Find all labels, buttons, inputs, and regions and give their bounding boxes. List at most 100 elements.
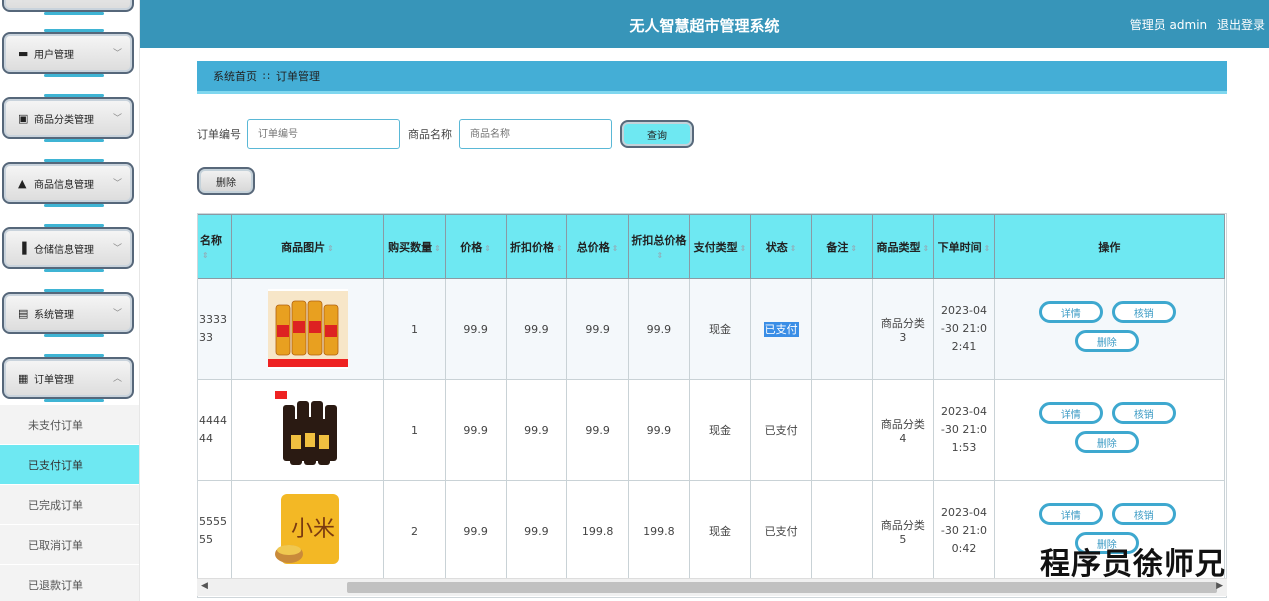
column-header-label: 商品类型 — [876, 240, 921, 254]
cell-discount-text: 99.9 — [524, 524, 549, 538]
delete-button[interactable]: 删除 — [1074, 431, 1139, 453]
sidebar-item-0[interactable]: ▬ 用户管理 ﹀ — [2, 29, 134, 77]
column-header-label: 商品图片 — [281, 240, 326, 254]
submenu-item-3[interactable]: 已取消订单 — [0, 525, 139, 565]
detail-button[interactable]: 详情 — [1038, 402, 1103, 424]
cell-note — [810, 278, 873, 380]
cell-pay-text: 现金 — [709, 323, 732, 336]
cell-discount_total-text: 99.9 — [646, 423, 672, 437]
delete-button[interactable]: 删除 — [1074, 330, 1139, 352]
sort-icon[interactable]: ⇕ — [850, 244, 857, 253]
product-name-input[interactable] — [459, 119, 612, 149]
column-header-12[interactable]: 操作 — [993, 214, 1226, 279]
cell-name-text: 5555 55 — [199, 515, 227, 546]
column-header-label: 备注 — [826, 240, 849, 254]
column-header-label: 状态 — [765, 240, 788, 254]
cell-discount: 99.9 — [505, 278, 568, 380]
sort-icon[interactable]: ⇕ — [556, 244, 563, 253]
scroll-left-arrow-icon[interactable]: ◀ — [201, 581, 208, 591]
grid-icon: ▦ — [18, 371, 29, 385]
sidebar-item-1[interactable]: ▣ 商品分类管理 ﹀ — [2, 94, 134, 142]
column-header-label: 折扣价格 — [510, 240, 554, 254]
cell-name: 4444 44 — [198, 379, 232, 481]
breadcrumb-current: 订单管理 — [276, 70, 320, 83]
verify-button[interactable]: 核销 — [1111, 301, 1176, 323]
sort-icon[interactable]: ⇕ — [790, 244, 797, 253]
sidebar-item-2[interactable]: ▲ 商品信息管理 ﹀ — [2, 159, 134, 207]
batch-delete-button[interactable]: 删除 — [197, 167, 255, 195]
sort-icon[interactable]: ⇕ — [202, 251, 209, 260]
column-header-1[interactable]: 商品图片 ⇕ — [230, 214, 385, 279]
query-button[interactable]: 查询 — [620, 120, 694, 148]
sidebar-item-4[interactable]: ▤ 系统管理 ﹀ — [2, 289, 134, 337]
cell-price-text: 99.9 — [463, 423, 488, 437]
column-header-10[interactable]: 商品类型 ⇕ — [871, 214, 935, 279]
user-area: 管理员 admin 退出登录 — [1130, 16, 1265, 33]
column-header-9[interactable]: 备注 ⇕ — [810, 214, 873, 279]
submenu-item-1[interactable]: 已支付订单 — [0, 445, 139, 485]
column-header-label: 价格 — [460, 240, 483, 254]
product-image: 小米 — [230, 480, 385, 582]
verify-button[interactable]: 核销 — [1111, 503, 1176, 525]
sort-icon[interactable]: ⇕ — [434, 244, 441, 253]
cell-total-text: 99.9 — [585, 423, 610, 437]
breadcrumb: 系统首页 ∷ 订单管理 — [197, 61, 1227, 94]
cell-price: 99.9 — [444, 480, 507, 582]
admin-label: 管理员 admin — [1129, 18, 1208, 32]
cell-name-text: 3333 33 — [199, 313, 227, 344]
verify-button[interactable]: 核销 — [1111, 402, 1176, 424]
library-icon: ▐ — [18, 241, 27, 255]
column-header-7[interactable]: 支付类型 ⇕ — [688, 214, 752, 279]
sort-icon[interactable]: ⇕ — [612, 244, 619, 253]
chevron-down-icon: ﹀ — [112, 179, 122, 189]
column-header-label: 名称 — [200, 234, 222, 247]
column-header-4[interactable]: 折扣价格 ⇕ — [505, 214, 568, 279]
column-header-label: 操作 — [1098, 240, 1121, 254]
order-number-input[interactable] — [247, 119, 400, 149]
sort-icon[interactable]: ⇕ — [484, 244, 491, 253]
cell-qty-text: 1 — [411, 423, 418, 437]
column-header-label: 下单时间 — [937, 240, 982, 254]
logout-link[interactable]: 退出登录 — [1217, 18, 1265, 32]
sort-icon[interactable]: ⇕ — [922, 244, 929, 253]
sidebar-item-label: 系统管理 — [34, 309, 74, 321]
column-header-2[interactable]: 购买数量 ⇕ — [383, 214, 446, 279]
sidebar-item-top[interactable] — [2, 0, 134, 15]
table-header-row: 名称⇕ 商品图片 ⇕ 购买数量 ⇕ 价格 ⇕ 折扣价格 ⇕ 总价格 ⇕ 折扣总价格⇕ 支付类型 ⇕ 状态 ⇕ 备… — [198, 214, 1226, 279]
column-header-5[interactable]: 总价格 ⇕ — [566, 214, 629, 279]
cell-discount: 99.9 — [505, 480, 568, 582]
sort-icon[interactable]: ⇕ — [984, 244, 991, 253]
submenu-item-4[interactable]: 已退款订单 — [0, 565, 139, 601]
sort-icon[interactable]: ⇕ — [657, 251, 664, 260]
cell-price: 99.9 — [444, 379, 507, 481]
submenu-item-0[interactable]: 未支付订单 — [0, 405, 139, 445]
column-header-6[interactable]: 折扣总价格 ⇕ — [627, 214, 690, 279]
column-header-3[interactable]: 价格 ⇕ — [444, 214, 507, 279]
scrollbar-thumb[interactable] — [347, 582, 1217, 593]
cell-total: 99.9 — [566, 379, 629, 481]
breadcrumb-home[interactable]: 系统首页 — [213, 68, 257, 84]
sidebar-item-5[interactable]: ▦ 订单管理 ︿ — [2, 354, 134, 402]
table-row: 3333 33 1 99.9 99.9 99.9 99.9 现金 已支付 商品分类3 2023-0… — [198, 278, 1226, 380]
cell-price: 99.9 — [444, 278, 507, 380]
order-number-label: 订单编号 — [197, 128, 241, 141]
cell-type-text: 商品分类4 — [880, 417, 925, 445]
sort-icon[interactable]: ⇕ — [327, 244, 334, 253]
sort-icon[interactable]: ⇕ — [740, 244, 747, 253]
cell-price-text: 99.9 — [463, 322, 488, 336]
column-header-0[interactable]: 名称 ⇕ — [198, 214, 232, 279]
column-header-8[interactable]: 状态 ⇕ — [750, 214, 812, 279]
submenu-item-2[interactable]: 已完成订单 — [0, 485, 139, 525]
detail-button[interactable]: 详情 — [1038, 503, 1103, 525]
cell-actions: 详情 核销删除 — [993, 278, 1226, 380]
column-header-label: 总价格 — [576, 240, 610, 254]
sidebar: ▬ 用户管理 ﹀ ▣ 商品分类管理 ﹀ ▲ 商品信息管理 ﹀ ▐ 仓储信息管理 ﹀ ▤ 系统管理 ﹀ ▦ 订单管… — [0, 0, 140, 601]
cell-type-text: 商品分类3 — [880, 316, 925, 344]
column-header-label: 折扣总价格 — [631, 234, 687, 247]
sidebar-item-3[interactable]: ▐ 仓储信息管理 ﹀ — [2, 224, 134, 272]
column-header-11[interactable]: 下单时间 ⇕ — [933, 214, 995, 279]
detail-button[interactable]: 详情 — [1038, 301, 1103, 323]
cell-total: 99.9 — [566, 278, 629, 380]
chevron-down-icon: ﹀ — [112, 114, 122, 124]
chevron-down-icon: ﹀ — [112, 309, 122, 319]
